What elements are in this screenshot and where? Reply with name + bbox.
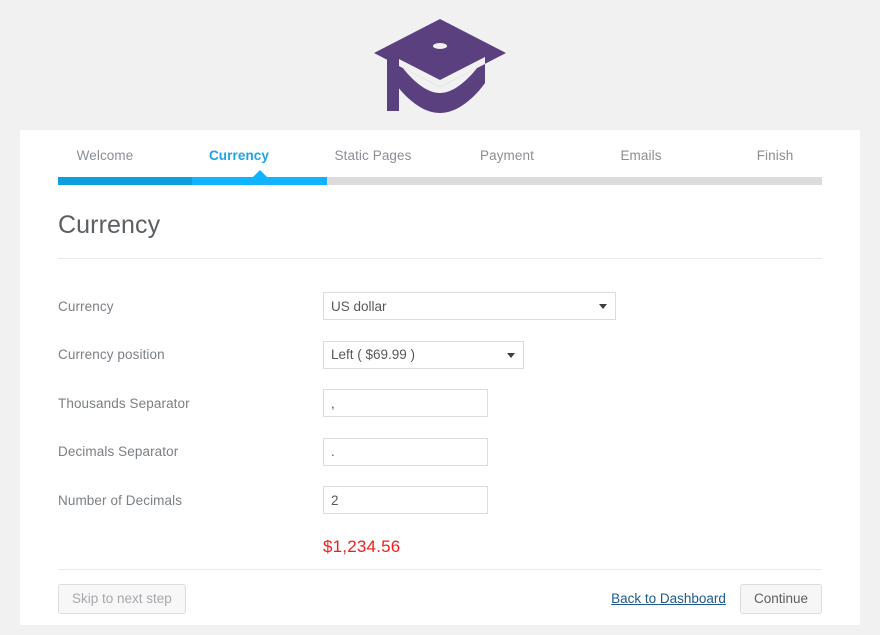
graduation-cap-logo: [373, 19, 506, 113]
step-label: Emails: [620, 148, 662, 163]
step-currency[interactable]: Currency: [172, 148, 306, 177]
thousands-separator-label: Thousands Separator: [58, 395, 190, 411]
number-of-decimals-input[interactable]: [323, 486, 488, 515]
page-title: Currency: [58, 211, 161, 239]
currency-label: Currency: [58, 298, 114, 314]
row-preview: $1,234.56: [58, 525, 822, 569]
currency-select[interactable]: US dollar: [323, 292, 616, 321]
row-currency-position: Currency position Left ( $69.99 ): [58, 331, 822, 380]
number-of-decimals-label: Number of Decimals: [58, 492, 183, 508]
decimals-separator-label: Decimals Separator: [58, 444, 179, 460]
step-label: Welcome: [76, 148, 134, 163]
currency-position-select[interactable]: Left ( $69.99 ): [323, 340, 524, 369]
back-to-dashboard-link[interactable]: Back to Dashboard: [611, 591, 726, 606]
step-finish[interactable]: Finish: [708, 148, 842, 177]
currency-position-select-wrapper: Left ( $69.99 ): [323, 340, 524, 369]
step-label: Static Pages: [334, 148, 412, 163]
currency-select-wrapper: US dollar: [323, 292, 616, 321]
step-static-pages[interactable]: Static Pages: [306, 148, 440, 177]
continue-button[interactable]: Continue: [739, 583, 822, 615]
step-label: Payment: [480, 148, 534, 163]
step-payment[interactable]: Payment: [440, 148, 574, 177]
step-emails[interactable]: Emails: [574, 148, 708, 177]
card-body: Currency Currency US dollar Currency pos…: [20, 211, 860, 570]
progress-segment-active: [192, 177, 327, 185]
wizard-steps: Welcome Currency Static Pages Payment Em…: [38, 130, 842, 177]
progress-segment-done: [58, 177, 192, 185]
currency-settings-form: Currency US dollar Currency position Lef…: [58, 259, 822, 569]
row-number-of-decimals: Number of Decimals: [58, 476, 822, 525]
setup-wizard-card: Welcome Currency Static Pages Payment Em…: [20, 130, 860, 625]
card-footer: Skip to next step Back to Dashboard Cont…: [20, 570, 860, 615]
currency-format-preview: $1,234.56: [323, 536, 401, 556]
skip-to-next-step-button[interactable]: Skip to next step: [58, 583, 186, 615]
thousands-separator-input[interactable]: [323, 389, 488, 418]
step-label: Currency: [208, 148, 270, 163]
step-welcome[interactable]: Welcome: [38, 148, 172, 177]
step-label: Finish: [756, 148, 794, 163]
decimals-separator-input[interactable]: [323, 437, 488, 466]
row-thousands-separator: Thousands Separator: [58, 379, 822, 428]
row-currency: Currency US dollar: [58, 282, 822, 331]
wizard-progress-bar: [58, 170, 822, 185]
progress-current-marker-icon: [252, 170, 268, 178]
logo-area: [0, 0, 880, 130]
currency-position-label: Currency position: [58, 347, 165, 363]
row-decimals-separator: Decimals Separator: [58, 428, 822, 477]
progress-track: [58, 177, 822, 185]
